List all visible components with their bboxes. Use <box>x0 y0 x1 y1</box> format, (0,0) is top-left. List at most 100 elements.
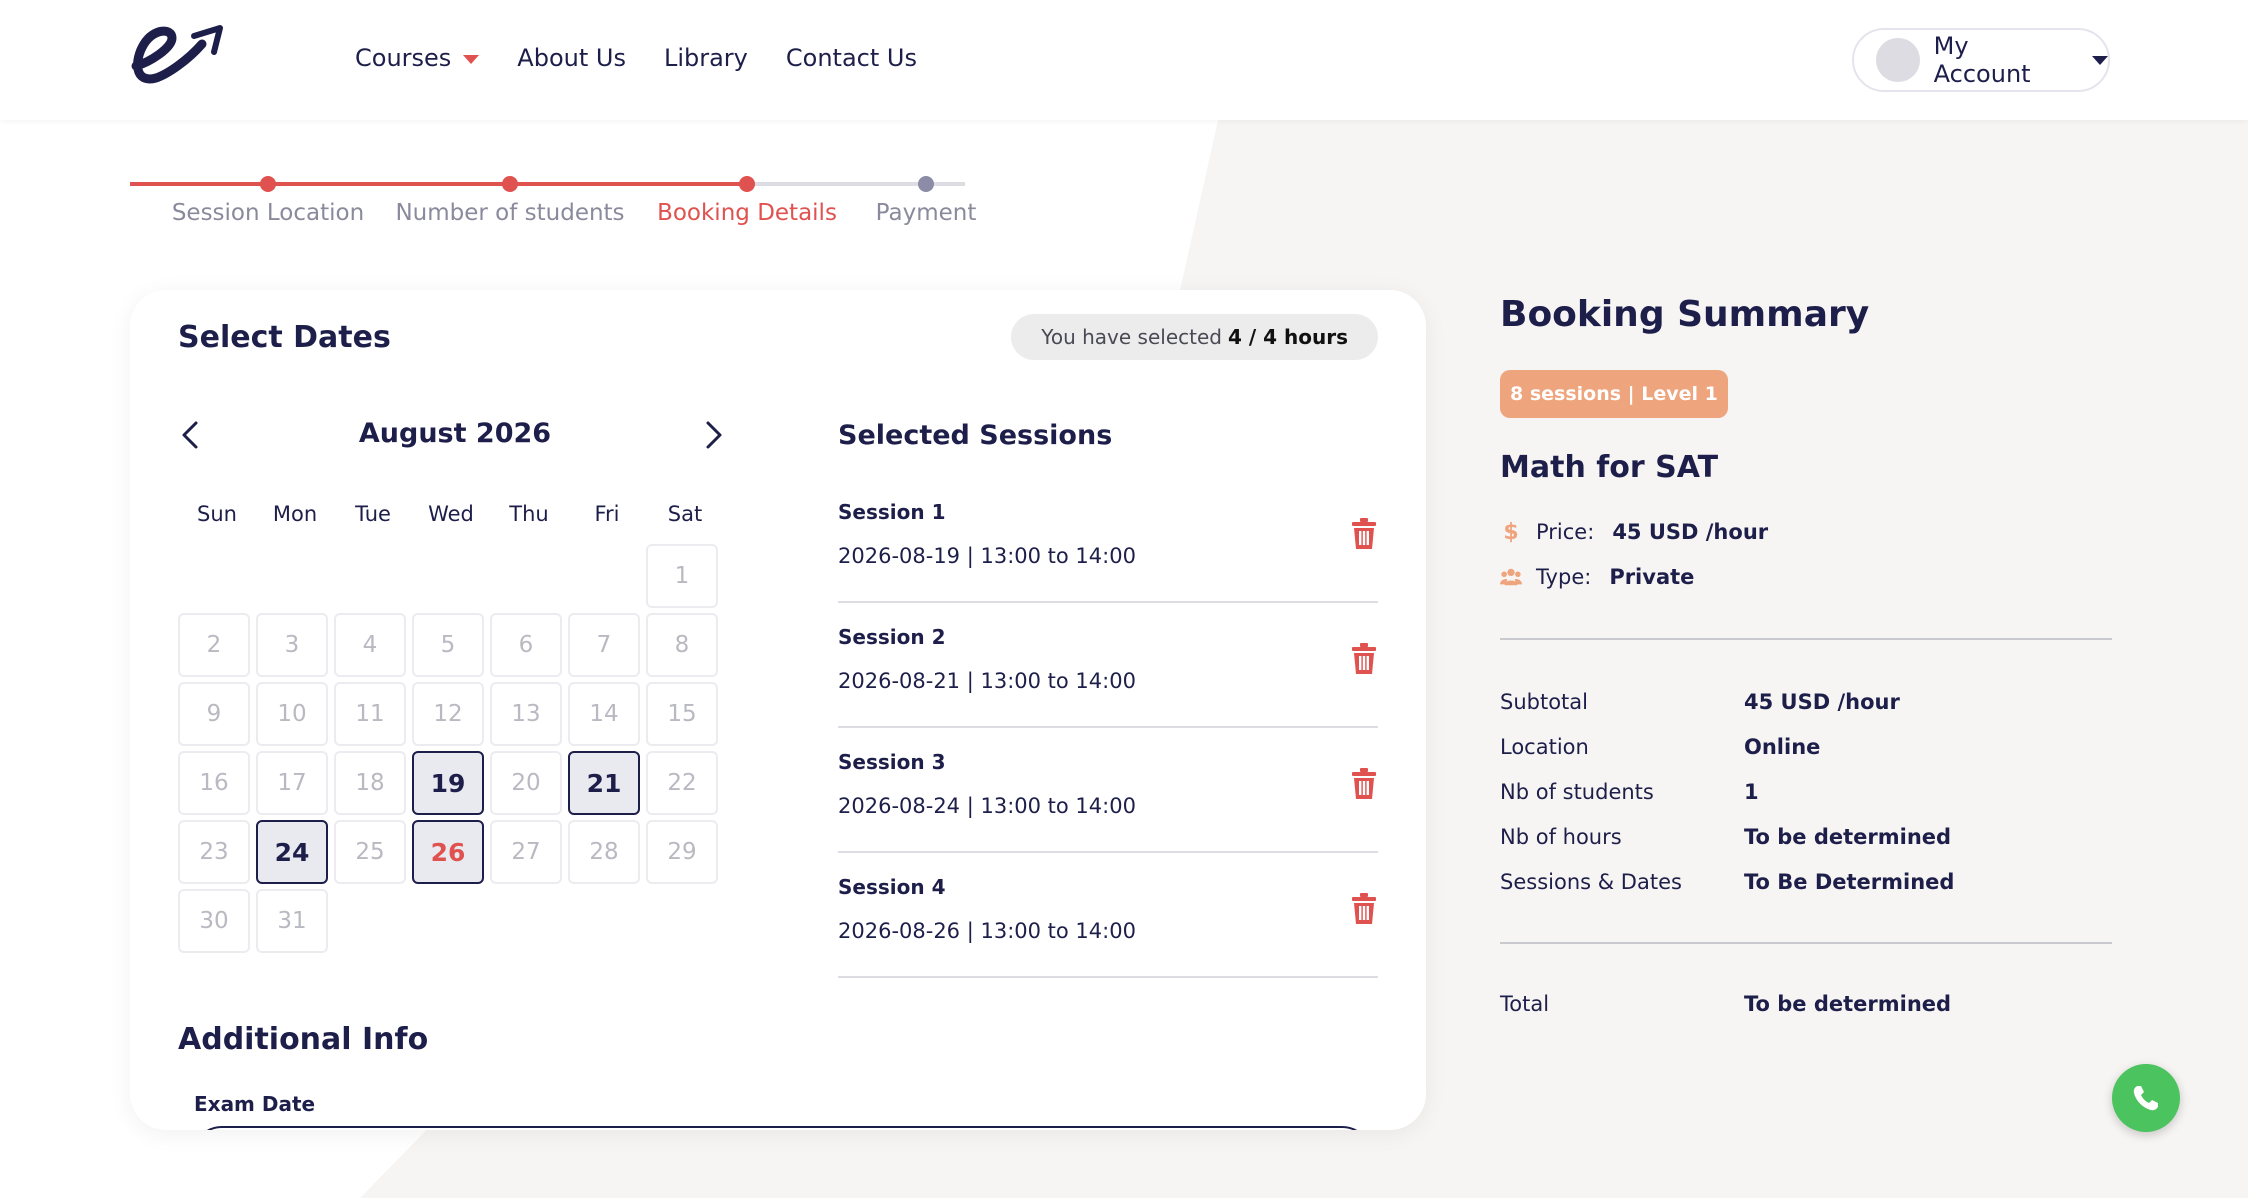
whatsapp-button[interactable] <box>2112 1064 2180 1132</box>
calendar-day[interactable]: 31 <box>256 889 328 953</box>
summary-row-key: Nb of hours <box>1500 825 1622 849</box>
trash-icon[interactable] <box>1350 768 1378 800</box>
site-header: Courses About Us Library Contact Us My A… <box>0 0 2248 120</box>
exam-date-input[interactable] <box>192 1126 1372 1130</box>
summary-row-value: To be determined <box>1744 825 1952 849</box>
site-logo[interactable] <box>128 22 226 88</box>
calendar-day[interactable]: 28 <box>568 820 640 884</box>
summary-row-value: 1 <box>1744 780 1759 804</box>
calendar-day[interactable]: 30 <box>178 889 250 953</box>
calendar-day[interactable]: 23 <box>178 820 250 884</box>
price-label: Price: <box>1536 520 1595 544</box>
nav-courses[interactable]: Courses <box>355 44 480 72</box>
calendar-day[interactable]: 26 <box>412 820 484 884</box>
hours-selected-badge: You have selected 4 / 4 hours <box>1011 314 1378 360</box>
price-row: $ Price: 45 USD /hour <box>1500 519 1768 545</box>
calendar-day[interactable]: 16 <box>178 751 250 815</box>
calendar-day[interactable]: 24 <box>256 820 328 884</box>
nav-library[interactable]: Library <box>664 44 748 72</box>
calendar-day[interactable]: 5 <box>412 613 484 677</box>
step-number-of-students[interactable]: Number of students <box>395 200 624 226</box>
calendar-day[interactable]: 14 <box>568 682 640 746</box>
calendar-day[interactable]: 7 <box>568 613 640 677</box>
stepper-progress-line <box>130 182 747 186</box>
calendar-day[interactable]: 17 <box>256 751 328 815</box>
weekday-label: Mon <box>272 502 318 526</box>
session-item: Session 4 2026-08-26 | 13:00 to 14:00 <box>838 853 1378 978</box>
calendar-day[interactable]: 21 <box>568 751 640 815</box>
step-dot-payment <box>918 176 934 192</box>
weekday-label: Wed <box>428 502 474 526</box>
type-row: Type: Private <box>1500 565 1694 589</box>
calendar-day[interactable]: 20 <box>490 751 562 815</box>
type-value: Private <box>1609 565 1695 589</box>
summary-row-key: Nb of students <box>1500 780 1654 804</box>
trash-icon[interactable] <box>1350 893 1378 925</box>
calendar-day[interactable]: 13 <box>490 682 562 746</box>
avatar <box>1876 38 1920 82</box>
calendar-day[interactable]: 22 <box>646 751 718 815</box>
nav-about-us[interactable]: About Us <box>517 44 626 72</box>
hours-selected-prefix: You have selected <box>1041 325 1222 349</box>
select-dates-card: Select Dates You have selected 4 / 4 hou… <box>130 290 1426 1130</box>
calendar-day[interactable]: 8 <box>646 613 718 677</box>
step-dot-number-of-students <box>502 176 518 192</box>
selected-sessions-title: Selected Sessions <box>838 420 1113 451</box>
calendar-day[interactable]: 1 <box>646 544 718 608</box>
weekday-label: Tue <box>355 502 391 526</box>
calendar-day[interactable]: 29 <box>646 820 718 884</box>
session-name: Session 2 <box>838 625 946 649</box>
calendar-day[interactable]: 19 <box>412 751 484 815</box>
summary-row-key: Sessions & Dates <box>1500 870 1682 894</box>
calendar-day[interactable]: 11 <box>334 682 406 746</box>
session-item: Session 3 2026-08-24 | 13:00 to 14:00 <box>838 728 1378 853</box>
total-value: To be determined <box>1744 992 1952 1016</box>
select-dates-title: Select Dates <box>178 320 391 355</box>
type-label: Type: <box>1536 565 1592 589</box>
session-time: 2026-08-19 | 13:00 to 14:00 <box>838 544 1136 568</box>
nav-about-label: About Us <box>517 44 626 72</box>
nav-contact-label: Contact Us <box>785 44 917 72</box>
my-account-button[interactable]: My Account <box>1852 28 2110 92</box>
booking-summary-title: Booking Summary <box>1500 294 1870 335</box>
calendar-day[interactable]: 15 <box>646 682 718 746</box>
nav-library-label: Library <box>663 44 748 72</box>
calendar-month-label: August 2026 <box>358 418 552 449</box>
session-time: 2026-08-21 | 13:00 to 14:00 <box>838 669 1136 693</box>
summary-divider <box>1500 638 2112 640</box>
step-session-location[interactable]: Session Location <box>172 200 364 226</box>
nav-contact-us[interactable]: Contact Us <box>786 44 917 72</box>
calendar-day[interactable]: 10 <box>256 682 328 746</box>
calendar-day[interactable]: 25 <box>334 820 406 884</box>
calendar-day[interactable]: 3 <box>256 613 328 677</box>
my-account-label: My Account <box>1933 32 2031 88</box>
hours-selected-value: 4 / 4 hours <box>1227 325 1348 349</box>
total-key: Total <box>1500 992 1550 1016</box>
exam-date-label: Exam Date <box>194 1092 316 1116</box>
calendar-day[interactable]: 6 <box>490 613 562 677</box>
calendar-day[interactable]: 4 <box>334 613 406 677</box>
additional-info-title: Additional Info <box>178 1022 429 1057</box>
calendar-day[interactable]: 12 <box>412 682 484 746</box>
calendar-day[interactable]: 18 <box>334 751 406 815</box>
calendar-day[interactable]: 27 <box>490 820 562 884</box>
summary-row-key: Location <box>1500 735 1589 759</box>
nav-courses-label: Courses <box>355 44 452 72</box>
summary-row-value: Online <box>1744 735 1821 759</box>
summary-row-value: 45 USD /hour <box>1744 690 1900 714</box>
weekday-label: Fri <box>594 502 620 526</box>
course-name: Math for SAT <box>1500 450 1719 485</box>
session-name: Session 3 <box>838 750 946 774</box>
trash-icon[interactable] <box>1350 518 1378 550</box>
next-month-icon[interactable] <box>698 420 728 450</box>
calendar-day[interactable]: 2 <box>178 613 250 677</box>
prev-month-icon[interactable] <box>176 420 206 450</box>
dollar-icon: $ <box>1503 519 1519 545</box>
step-booking-details[interactable]: Booking Details <box>657 200 837 226</box>
summary-divider <box>1500 942 2112 944</box>
trash-icon[interactable] <box>1350 643 1378 675</box>
step-dot-session-location <box>260 176 276 192</box>
session-time: 2026-08-26 | 13:00 to 14:00 <box>838 919 1136 943</box>
step-dot-booking-details <box>739 176 755 192</box>
calendar-day[interactable]: 9 <box>178 682 250 746</box>
